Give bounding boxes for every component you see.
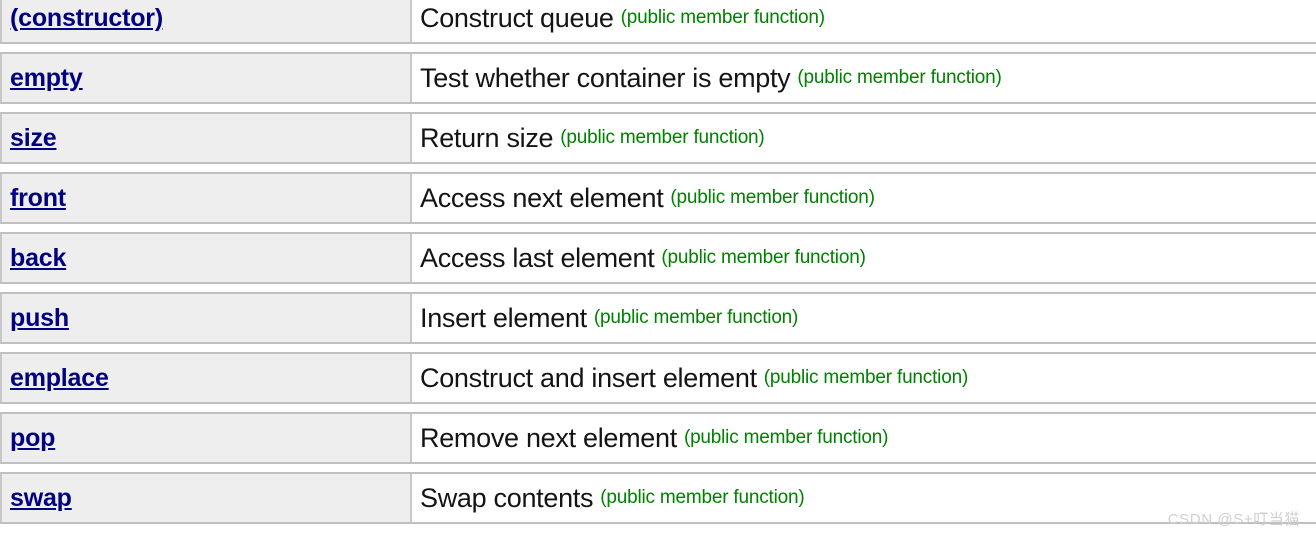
table-row: empty Test whether container is empty (p… xyxy=(0,52,1316,104)
member-name-cell: back xyxy=(0,234,412,282)
member-kind-note: (public member function) xyxy=(593,307,799,329)
member-description-cell: Insert element (public member function) xyxy=(412,294,1316,342)
watermark: CSDN @S+叮当猫 xyxy=(1167,511,1300,528)
member-name-cell: pop xyxy=(0,414,412,462)
member-kind-note: (public member function) xyxy=(670,187,875,209)
member-description: Insert element xyxy=(420,302,587,333)
table-row: swap Swap contents (public member functi… xyxy=(0,472,1316,524)
member-name-cell: swap xyxy=(0,474,412,522)
member-description-cell: Access next element (public member funct… xyxy=(412,174,1316,222)
table-row: pop Remove next element (public member f… xyxy=(0,412,1316,464)
member-name-cell: (constructor) xyxy=(0,0,412,42)
member-description-cell: Construct queue (public member function) xyxy=(412,0,1316,42)
member-kind-note: (public member function) xyxy=(683,427,889,449)
member-description-cell: Test whether container is empty (public … xyxy=(412,54,1316,102)
member-name-cell: size xyxy=(0,114,412,162)
member-description: Construct and insert element xyxy=(420,362,757,393)
member-kind-note: (public member function) xyxy=(797,67,1002,89)
member-name-cell: empty xyxy=(0,54,412,102)
member-description: Remove next element xyxy=(420,422,677,453)
member-kind-note: (public member function) xyxy=(600,487,805,509)
member-description: Return size xyxy=(420,122,554,153)
member-description: Access next element xyxy=(420,182,664,213)
member-link-front[interactable]: front xyxy=(10,185,66,212)
member-link-constructor[interactable]: (constructor) xyxy=(10,5,163,32)
member-description-cell: Remove next element (public member funct… xyxy=(412,414,1316,462)
member-description-cell: Construct and insert element (public mem… xyxy=(412,354,1316,402)
member-description: Construct queue xyxy=(420,2,614,33)
member-description: Test whether container is empty xyxy=(420,62,791,93)
table-row: front Access next element (public member… xyxy=(0,172,1316,224)
member-description: Access last element xyxy=(420,242,655,273)
member-link-swap[interactable]: swap xyxy=(10,485,72,512)
member-description-cell: Access last element (public member funct… xyxy=(412,234,1316,282)
table-row: size Return size (public member function… xyxy=(0,112,1316,164)
member-description-cell: Return size (public member function) xyxy=(412,114,1316,162)
member-name-cell: emplace xyxy=(0,354,412,402)
member-link-size[interactable]: size xyxy=(10,125,57,152)
table-row: push Insert element (public member funct… xyxy=(0,292,1316,344)
member-link-pop[interactable]: pop xyxy=(10,425,55,452)
member-link-empty[interactable]: empty xyxy=(10,65,83,92)
member-description: Swap contents xyxy=(420,482,594,513)
table-row: back Access last element (public member … xyxy=(0,232,1316,284)
member-name-cell: front xyxy=(0,174,412,222)
member-kind-note: (public member function) xyxy=(560,127,765,149)
member-kind-note: (public member function) xyxy=(620,7,825,29)
member-kind-note: (public member function) xyxy=(661,247,866,269)
member-name-cell: push xyxy=(0,294,412,342)
table-row: emplace Construct and insert element (pu… xyxy=(0,352,1316,404)
table-row: (constructor) Construct queue (public me… xyxy=(0,0,1316,44)
member-link-push[interactable]: push xyxy=(10,305,69,332)
member-kind-note: (public member function) xyxy=(763,367,969,389)
member-link-back[interactable]: back xyxy=(10,245,66,272)
member-link-emplace[interactable]: emplace xyxy=(10,365,109,392)
member-function-table: (constructor) Construct queue (public me… xyxy=(0,0,1316,532)
